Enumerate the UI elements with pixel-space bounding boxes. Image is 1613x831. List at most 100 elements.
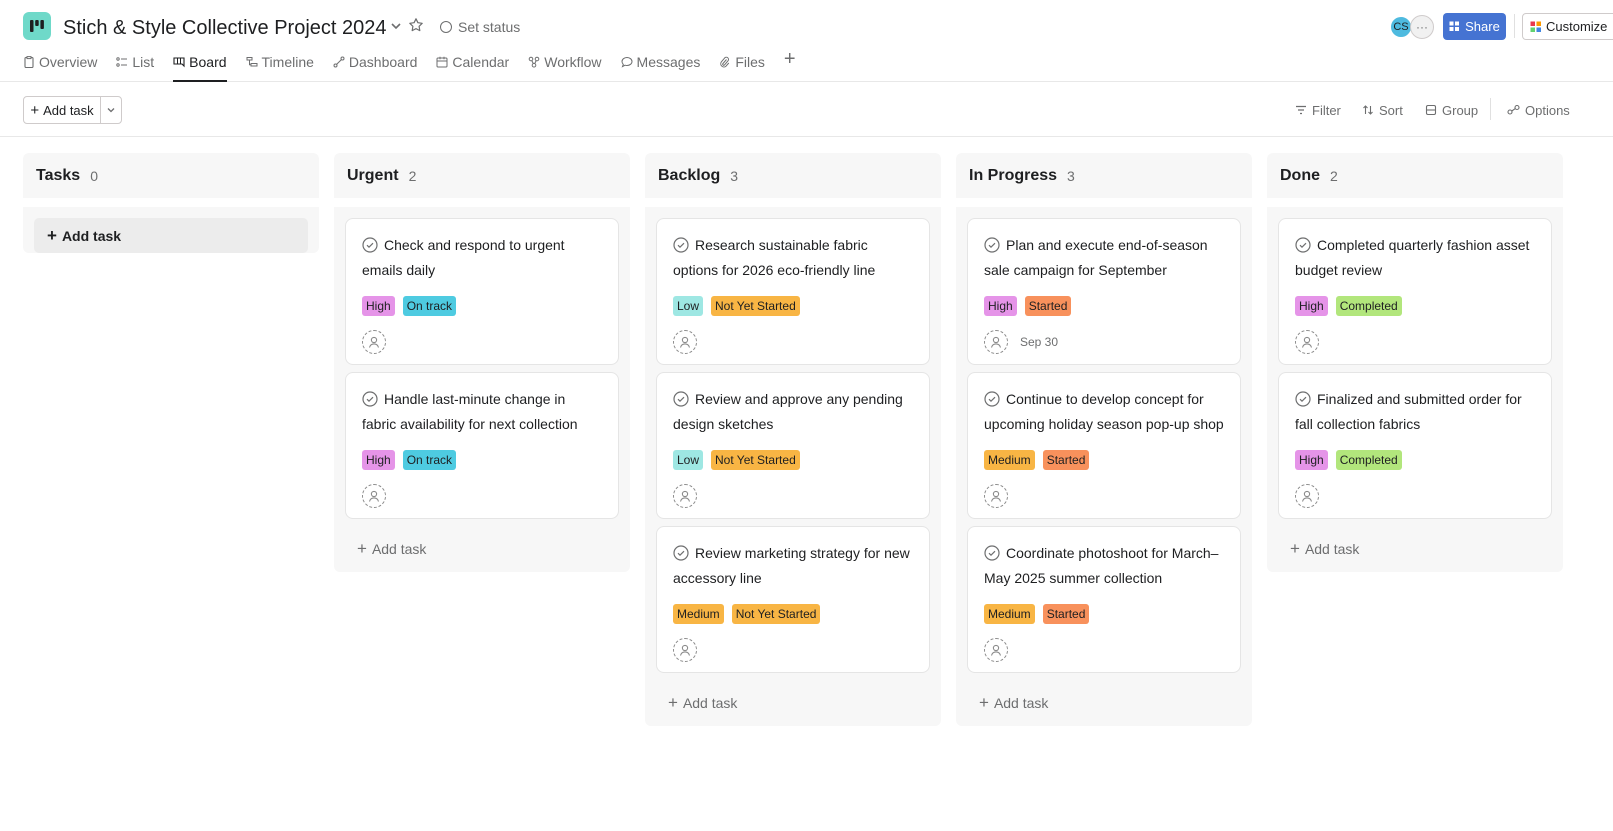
check-circle-icon[interactable] [362,391,378,414]
priority-tag[interactable]: Medium [984,450,1035,470]
task-card[interactable]: Check and respond to urgent emails daily… [345,218,619,365]
column-title[interactable]: Urgent [347,167,399,185]
task-title[interactable]: Handle last-minute change in fabric avai… [362,389,602,435]
task-title[interactable]: Check and respond to urgent emails daily [362,235,602,281]
status-tag[interactable]: Not Yet Started [711,450,800,470]
status-tag[interactable]: Started [1024,296,1072,316]
check-circle-icon[interactable] [673,237,689,260]
add-tab-button[interactable]: + [784,48,796,71]
task-card[interactable]: Finalized and submitted order for fall c… [1278,372,1552,519]
add-task-button[interactable]: + Add task [656,680,930,726]
assignee-placeholder-icon[interactable] [984,638,1008,662]
tab-list[interactable]: List [116,50,154,74]
check-circle-icon[interactable] [984,391,1000,414]
assignee-placeholder-icon[interactable] [673,330,697,354]
column-title[interactable]: Tasks [36,167,80,185]
column-title[interactable]: Done [1280,167,1320,185]
add-task-button[interactable]: + Add task [967,680,1241,726]
task-footer [673,320,913,364]
priority-tag[interactable]: Medium [984,604,1035,624]
group-button[interactable]: Group [1425,102,1478,118]
divider [1490,98,1491,120]
add-task-dropdown-button[interactable] [101,97,121,123]
assignee-placeholder-icon[interactable] [362,330,386,354]
task-card[interactable]: Coordinate photoshoot for March–May 2025… [967,526,1241,673]
add-task-button[interactable]: + Add task [345,526,619,572]
customize-button[interactable]: Customize [1522,13,1613,40]
task-card[interactable]: Completed quarterly fashion asset budget… [1278,218,1552,365]
priority-tag[interactable]: Low [673,450,704,470]
task-title[interactable]: Review marketing strategy for new access… [673,543,913,589]
dashboard-icon [333,56,345,68]
add-task-button[interactable]: + Add task [34,218,308,253]
task-card[interactable]: Research sustainable fabric options for … [656,218,930,365]
set-status-button[interactable]: Set status [440,16,520,38]
task-title[interactable]: Plan and execute end-of-season sale camp… [984,235,1224,281]
chevron-down-icon[interactable] [388,18,404,34]
check-circle-icon[interactable] [673,545,689,568]
priority-tag[interactable]: High [1295,450,1328,470]
assignee-placeholder-icon[interactable] [984,330,1008,354]
task-title[interactable]: Finalized and submitted order for fall c… [1295,389,1535,435]
assignee-placeholder-icon[interactable] [1295,484,1319,508]
check-circle-icon[interactable] [673,391,689,414]
check-circle-icon[interactable] [984,237,1000,260]
tab-messages[interactable]: Messages [621,50,700,74]
priority-tag[interactable]: Low [673,296,704,316]
star-icon[interactable] [408,17,424,33]
assignee-placeholder-icon[interactable] [984,484,1008,508]
task-footer [1295,474,1535,518]
assignee-placeholder-icon[interactable] [673,484,697,508]
check-circle-icon[interactable] [362,237,378,260]
task-title[interactable]: Review and approve any pending design sk… [673,389,913,435]
assignee-placeholder-icon[interactable] [362,484,386,508]
status-tag[interactable]: On track [402,296,457,316]
add-task-button[interactable]: + Add task [1278,526,1552,572]
sort-button[interactable]: Sort [1362,102,1403,118]
tab-workflow[interactable]: Workflow [528,50,602,74]
assignee-placeholder-icon[interactable] [673,638,697,662]
project-title[interactable]: Stich & Style Collective Project 2024 [63,14,387,42]
tab-overview[interactable]: Overview [23,50,97,74]
tab-dashboard[interactable]: Dashboard [333,50,417,74]
task-card[interactable]: Continue to develop concept for upcoming… [967,372,1241,519]
column-title[interactable]: Backlog [658,167,720,185]
check-circle-icon[interactable] [1295,391,1311,414]
priority-tag[interactable]: High [362,296,395,316]
check-circle-icon[interactable] [1295,237,1311,260]
project-board-icon[interactable] [23,12,51,40]
check-circle-icon[interactable] [984,545,1000,568]
tab-timeline[interactable]: Timeline [246,50,314,74]
tab-calendar[interactable]: Calendar [436,50,509,74]
task-card[interactable]: Handle last-minute change in fabric avai… [345,372,619,519]
task-card[interactable]: Plan and execute end-of-season sale camp… [967,218,1241,365]
task-title[interactable]: Research sustainable fabric options for … [673,235,913,281]
task-title[interactable]: Continue to develop concept for upcoming… [984,389,1224,435]
assignee-placeholder-icon[interactable] [1295,330,1319,354]
due-date[interactable]: Sep 30 [1020,335,1058,349]
task-card[interactable]: Review and approve any pending design sk… [656,372,930,519]
priority-tag[interactable]: High [1295,296,1328,316]
status-tag[interactable]: Not Yet Started [731,604,821,624]
options-button[interactable]: Options [1507,102,1570,118]
tab-board[interactable]: Board [173,50,227,82]
status-tag[interactable]: Not Yet Started [711,296,800,316]
filter-button[interactable]: Filter [1295,102,1341,118]
task-card[interactable]: Review marketing strategy for new access… [656,526,930,673]
status-tag[interactable]: Completed [1335,450,1402,470]
priority-tag[interactable]: High [984,296,1017,316]
tab-files[interactable]: Files [719,50,765,74]
add-task-button[interactable]: + Add task [24,97,101,123]
priority-tag[interactable]: High [362,450,395,470]
priority-tag[interactable]: Medium [673,604,724,624]
plus-icon: + [47,225,57,245]
status-tag[interactable]: Started [1042,450,1090,470]
column-title[interactable]: In Progress [969,167,1057,185]
status-tag[interactable]: Started [1042,604,1090,624]
status-tag[interactable]: On track [402,450,457,470]
share-button[interactable]: Share [1443,13,1506,40]
status-tag[interactable]: Completed [1335,296,1402,316]
task-title[interactable]: Completed quarterly fashion asset budget… [1295,235,1535,281]
more-members-button[interactable]: ··· [1410,15,1434,39]
task-title[interactable]: Coordinate photoshoot for March–May 2025… [984,543,1224,589]
